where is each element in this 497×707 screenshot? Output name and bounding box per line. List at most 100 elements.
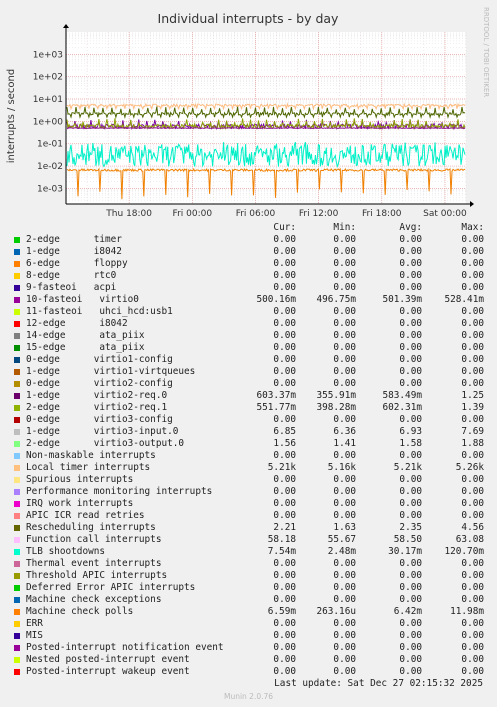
series-line <box>66 127 465 129</box>
legend-value-avg: 0.00 <box>399 558 422 569</box>
legend-label: 1-edge virtio3-input.0 <box>26 426 179 437</box>
legend-value-max: 0.00 <box>461 486 484 497</box>
legend-label: MIS <box>26 630 43 641</box>
legend-value-min: 0.00 <box>333 282 356 293</box>
legend-header: Cur: Min: Avg: Max: <box>0 222 497 234</box>
y-tick-label: 1e+03 <box>33 50 63 60</box>
legend-value-min: 0.00 <box>333 570 356 581</box>
legend-label: 2-edge timer <box>26 234 122 245</box>
legend-label: 1-edge i8042 <box>26 246 122 257</box>
legend-swatch <box>14 417 20 423</box>
legend-value-avg: 0.00 <box>399 318 422 329</box>
legend-label: 2-edge virtio3-output.0 <box>26 438 185 449</box>
legend-label: Deferred Error APIC interrupts <box>26 582 196 593</box>
legend-value-avg: 501.39m <box>382 294 422 305</box>
legend-value-max: 0.00 <box>461 450 484 461</box>
legend-value-min: 1.63 <box>333 522 356 533</box>
legend-value-min: 0.00 <box>333 654 356 665</box>
legend-value-max: 0.00 <box>461 630 484 641</box>
x-tick-label: Fri 12:00 <box>299 209 339 219</box>
legend-value-min: 0.00 <box>333 594 356 605</box>
legend-row: 12-edge i8042 0.00 0.00 0.00 0.00 <box>0 318 497 330</box>
legend-value-avg: 0.00 <box>399 450 422 461</box>
legend-value-avg: 0.00 <box>399 330 422 341</box>
legend-swatch <box>14 525 20 531</box>
legend-row: Threshold APIC interrupts 0.00 0.00 0.00 0.0… <box>0 570 497 582</box>
legend-label: 10-fasteoi virtio0 <box>26 294 139 305</box>
legend-value-avg: 583.49m <box>382 390 422 401</box>
legend-swatch <box>14 369 20 375</box>
legend-label: 2-edge virtio2-req.1 <box>26 402 168 413</box>
legend-value-max: 0.00 <box>461 354 484 365</box>
legend-swatch <box>14 669 20 675</box>
legend-value-min: 263.16u <box>316 606 356 617</box>
legend-swatch <box>14 537 20 543</box>
legend-value-max: 11.98m <box>450 606 484 617</box>
legend-value-min: 0.00 <box>333 618 356 629</box>
legend-swatch <box>14 489 20 495</box>
legend-swatch <box>14 477 20 483</box>
legend-value-avg: 5.21k <box>393 462 422 473</box>
legend-label: 9-fasteoi acpi <box>26 282 117 293</box>
legend-value-min: 0.00 <box>333 582 356 593</box>
legend-swatch <box>14 405 20 411</box>
legend-label: Nested posted-interrupt event <box>26 654 190 665</box>
legend-swatch <box>14 321 20 327</box>
legend-row: ERR 0.00 0.00 0.00 0.00 <box>0 618 497 630</box>
legend-label: 6-edge floppy <box>26 258 128 269</box>
legend-value-max: 63.08 <box>455 534 484 545</box>
legend-value-max: 0.00 <box>461 666 484 677</box>
legend-value-avg: 0.00 <box>399 654 422 665</box>
legend-value-max: 0.00 <box>461 474 484 485</box>
legend-label: Non-maskable interrupts <box>26 450 156 461</box>
legend-row: 0-edge virtio1-config 0.00 0.00 0.00 0.00 <box>0 354 497 366</box>
legend-label: Posted-interrupt notification event <box>26 642 224 653</box>
legend-value-avg: 0.00 <box>399 414 422 425</box>
legend-row: 2-edge virtio2-req.1 551.77m 398.28m 602.31… <box>0 402 497 414</box>
legend-swatch <box>14 465 20 471</box>
legend-swatch <box>14 357 20 363</box>
y-tick-label: 1e+01 <box>33 95 63 105</box>
legend-row: TLB shootdowns 7.54m 2.48m 30.17m 120.70m <box>0 546 497 558</box>
legend-value-min: 5.16k <box>327 462 356 473</box>
legend-value-avg: 0.00 <box>399 510 422 521</box>
legend-swatch <box>14 513 20 519</box>
legend-label: Machine check exceptions <box>26 594 162 605</box>
legend-value-max: 0.00 <box>461 414 484 425</box>
legend-value-avg: 0.00 <box>399 258 422 269</box>
legend-value-avg: 0.00 <box>399 378 422 389</box>
legend-value-max: 1.39 <box>461 402 484 413</box>
legend-swatch <box>14 285 20 291</box>
legend-value-max: 0.00 <box>461 618 484 629</box>
legend-swatch <box>14 345 20 351</box>
legend-value-avg: 0.00 <box>399 582 422 593</box>
legend-swatch <box>14 501 20 507</box>
legend-swatch <box>14 585 20 591</box>
legend-swatch <box>14 237 20 243</box>
legend-value-avg: 0.00 <box>399 282 422 293</box>
legend-value-avg: 30.17m <box>388 546 422 557</box>
legend-value-min: 0.00 <box>333 318 356 329</box>
legend-swatch <box>14 633 20 639</box>
legend-value-max: 0.00 <box>461 282 484 293</box>
legend-value-max: 120.70m <box>444 546 484 557</box>
legend-value-avg: 0.00 <box>399 642 422 653</box>
legend-value-max: 528.41m <box>444 294 484 305</box>
y-axis-label: interrupts / second <box>6 69 17 163</box>
legend-value-avg: 0.00 <box>399 618 422 629</box>
legend-value-min: 0.00 <box>333 330 356 341</box>
legend-row: 8-edge rtc0 0.00 0.00 0.00 0.00 <box>0 270 497 282</box>
legend-swatch <box>14 309 20 315</box>
legend-row: 1-edge virtio1-virtqueues 0.00 0.00 0.00 0.0… <box>0 366 497 378</box>
legend-value-avg: 602.31m <box>382 402 422 413</box>
legend-value-min: 0.00 <box>333 306 356 317</box>
legend-value-min: 0.00 <box>333 414 356 425</box>
legend-value-max: 0.00 <box>461 306 484 317</box>
legend-label: IRQ work interrupts <box>26 498 134 509</box>
legend-value-avg: 0.00 <box>399 234 422 245</box>
legend-row: 2-edge virtio3-output.0 1.56 1.41 1.58 1.88 <box>0 438 497 450</box>
legend-value-max: 0.00 <box>461 342 484 353</box>
legend-row: 14-edge ata_piix 0.00 0.00 0.00 0.00 <box>0 330 497 342</box>
legend-value-min: 0.00 <box>333 558 356 569</box>
legend-row: 10-fasteoi virtio0 500.16m 496.75m 501.39m 5… <box>0 294 497 306</box>
